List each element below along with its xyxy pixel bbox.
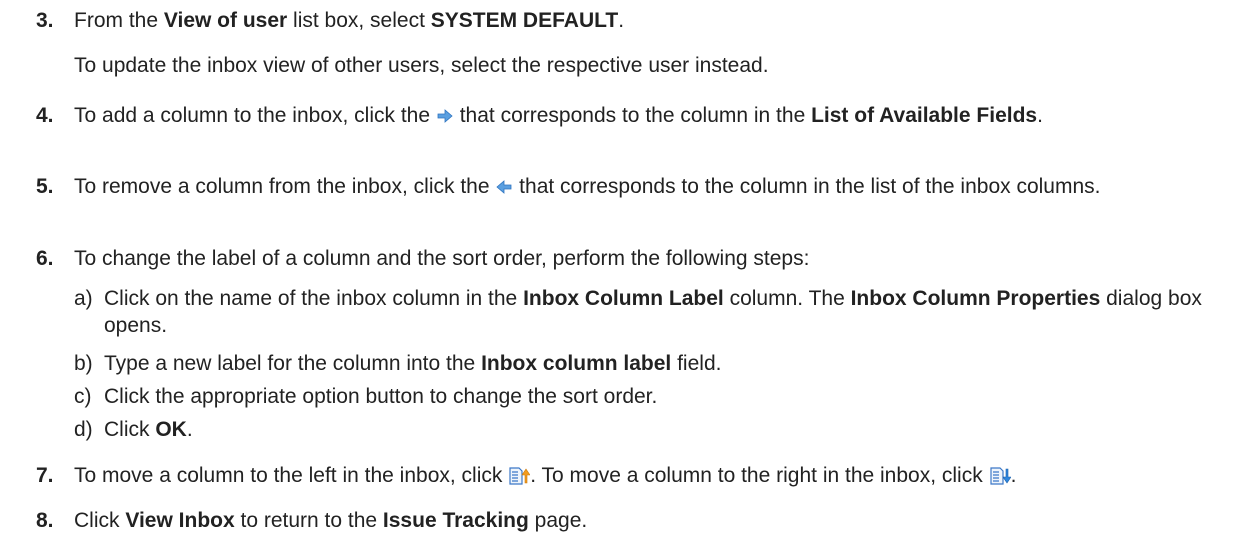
substep-text: Click the appropriate option button to c… <box>104 385 658 408</box>
step-number: 8. <box>36 509 54 532</box>
step-text: From the View of user list box, select S… <box>74 9 625 32</box>
step-3-note: To update the inbox view of other users,… <box>74 54 769 77</box>
ui-term: Inbox Column Properties <box>850 287 1101 310</box>
ui-term: List of Available Fields <box>811 104 1038 127</box>
step-7: 7. To move a column to the left in the i… <box>36 462 1240 489</box>
step-number: 5. <box>36 175 54 198</box>
arrow-right-icon <box>436 108 454 124</box>
substep-b: b) Type a new label for the column into … <box>74 350 1240 377</box>
step-number: 3. <box>36 9 54 32</box>
step-text: To move a column to the left in the inbo… <box>74 464 1017 487</box>
step-3: 3. From the View of user list box, selec… <box>36 7 1240 34</box>
ui-term: View of user <box>163 9 288 32</box>
ui-term: Issue Tracking <box>382 509 529 532</box>
substep-text: Click OK. <box>104 418 193 441</box>
ui-term: OK <box>155 418 187 441</box>
step-4: 4. To add a column to the inbox, click t… <box>36 102 1240 129</box>
ui-term: Inbox Column Label <box>523 287 724 310</box>
step-number: 4. <box>36 104 54 127</box>
step-6: 6. To change the label of a column and t… <box>36 245 1240 272</box>
ui-term: Inbox column label <box>481 352 672 375</box>
step-text: To change the label of a column and the … <box>74 247 810 270</box>
ui-term: View Inbox <box>125 509 235 532</box>
substep-text: Click on the name of the inbox column in… <box>104 287 1202 337</box>
move-column-left-icon <box>508 466 531 486</box>
substep-c: c) Click the appropriate option button t… <box>74 383 1240 410</box>
step-text: To remove a column from the inbox, click… <box>74 175 1101 198</box>
substep-d: d) Click OK. <box>74 416 1240 443</box>
ui-term: SYSTEM DEFAULT <box>430 9 619 32</box>
step-8: 8. Click View Inbox to return to the Iss… <box>36 507 1240 534</box>
step-number: 6. <box>36 247 54 270</box>
substep-letter: d) <box>74 418 93 441</box>
step-5: 5. To remove a column from the inbox, cl… <box>36 173 1240 200</box>
substep-text: Type a new label for the column into the… <box>104 352 722 375</box>
substep-a: a) Click on the name of the inbox column… <box>74 285 1240 339</box>
procedure-document: 3. From the View of user list box, selec… <box>0 0 1248 546</box>
arrow-left-icon <box>495 179 513 195</box>
step-number: 7. <box>36 464 54 487</box>
substep-letter: c) <box>74 385 92 408</box>
substep-letter: a) <box>74 287 93 310</box>
move-column-right-icon <box>989 466 1011 486</box>
substep-letter: b) <box>74 352 93 375</box>
step-text: To add a column to the inbox, click the … <box>74 104 1043 127</box>
step-text: Click View Inbox to return to the Issue … <box>74 509 588 532</box>
